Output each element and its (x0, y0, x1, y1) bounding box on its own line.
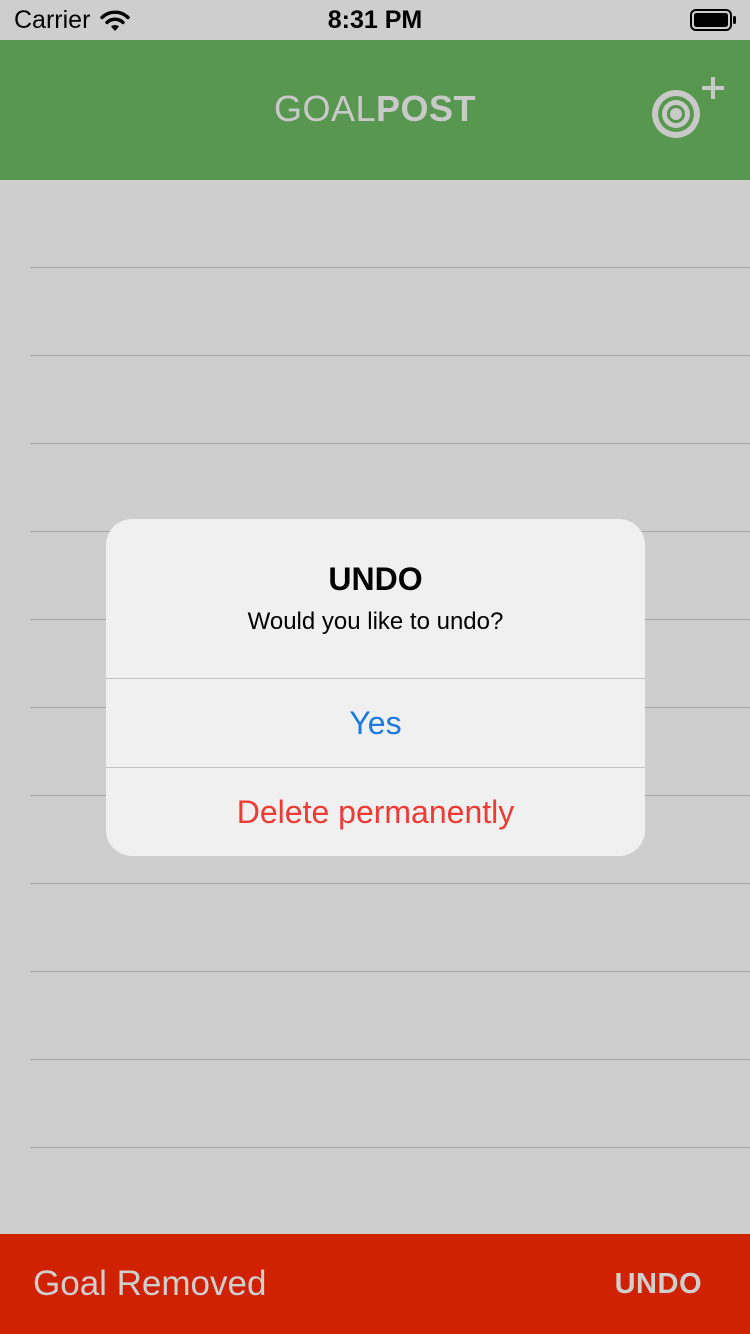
goal-row-separator (30, 355, 750, 356)
app-logo-title: GOALPOST (0, 88, 750, 130)
goal-row-separator (30, 1059, 750, 1060)
yes-button[interactable]: Yes (106, 679, 645, 767)
snackbar-undo-button[interactable]: UNDO (615, 1268, 702, 1301)
undo-alert-dialog: UNDO Would you like to undo? Yes Delete … (106, 519, 645, 856)
target-plus-icon (652, 77, 724, 138)
goal-row-separator (30, 1147, 750, 1148)
status-time: 8:31 PM (327, 6, 423, 34)
goal-row-separator (30, 883, 750, 884)
alert-message: Would you like to undo? (247, 608, 504, 635)
brand-light-text: GOAL (273, 88, 377, 129)
delete-permanently-button[interactable]: Delete permanently (106, 768, 645, 856)
status-bar: Carrier 8:31 PM (0, 0, 750, 40)
snackbar-message: Goal Removed (33, 1264, 267, 1303)
goal-row-separator (30, 443, 750, 444)
add-goal-button[interactable] (648, 74, 728, 146)
goal-row-separator (30, 971, 750, 972)
alert-title: UNDO (328, 561, 423, 597)
nav-bar: GOALPOST (0, 40, 750, 180)
snackbar: Goal Removed UNDO (0, 1234, 750, 1334)
brand-bold-text: POST (376, 88, 477, 129)
battery-icon (690, 9, 736, 31)
goal-row-separator (30, 267, 750, 268)
